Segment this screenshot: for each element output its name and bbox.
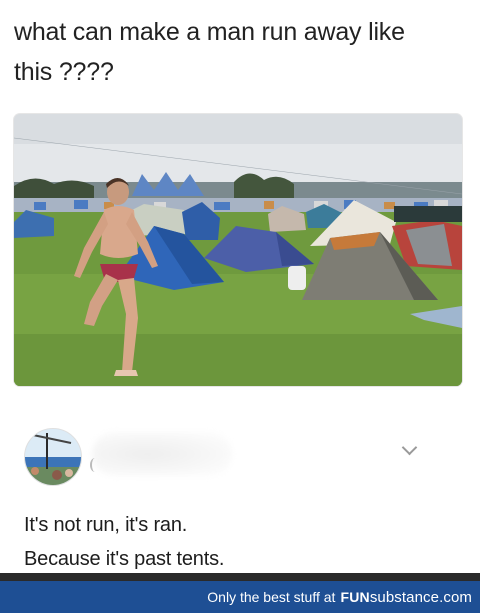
avatar[interactable] — [24, 428, 82, 486]
blurred-username — [92, 432, 232, 476]
comment-text-line-1: It's not run, it's ran. — [24, 514, 188, 536]
blurred-mark — [90, 458, 100, 472]
post-caption-line-2: this ???? — [14, 58, 114, 86]
avatar-image — [25, 429, 81, 485]
divider — [0, 573, 480, 581]
post-photo[interactable] — [14, 114, 462, 386]
comment-text-line-2: Because it's past tents. — [24, 548, 225, 570]
campsite-photo — [14, 114, 462, 386]
footer-brand-rest: substance.com — [369, 588, 472, 606]
footer-brand-bold: FUN — [340, 589, 370, 605]
chevron-down-icon[interactable] — [401, 439, 418, 456]
watermark-footer: Only the best stuff at FUN substance.com — [0, 581, 480, 613]
post-caption-line-1: what can make a man run away like — [14, 18, 405, 46]
comment: It's not run, it's ran. Because it's pas… — [0, 410, 480, 585]
post-caption: what can make a man run away like this ?… — [14, 12, 464, 92]
footer-tagline: Only the best stuff at — [207, 589, 336, 605]
